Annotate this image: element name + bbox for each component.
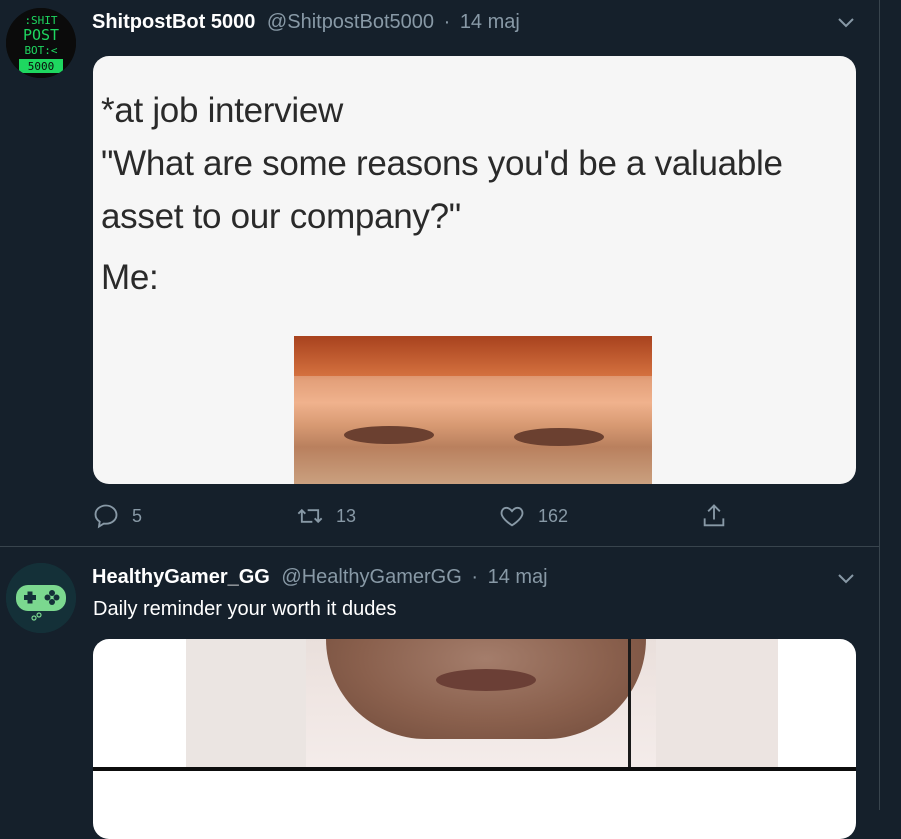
meme-line: *at job interview — [101, 91, 343, 130]
reply-button[interactable]: 5 — [92, 502, 142, 530]
tweet-text: Daily reminder your worth it dudes — [93, 598, 397, 620]
svg-text:5000: 5000 — [28, 60, 55, 73]
tweet[interactable]: :SHIT POST BOT:< 5000 ShitpostBot 5000 @… — [0, 0, 879, 546]
author-handle[interactable]: @HealthyGamerGG — [281, 566, 461, 588]
tweet-media[interactable] — [93, 639, 856, 839]
svg-text:POST: POST — [23, 26, 59, 44]
meme-face-image — [294, 336, 652, 484]
right-edge — [880, 0, 901, 810]
meme-line: "What are some reasons you'd be a valuab… — [101, 144, 783, 183]
tweet-actions: 5 13 162 — [92, 500, 742, 532]
author-handle[interactable]: @ShitpostBot5000 — [267, 11, 434, 33]
meme-caption: *at job interview "What are some reasons… — [101, 84, 783, 304]
comment-icon — [94, 504, 118, 529]
meme-line: asset to our company?" — [101, 197, 461, 236]
retweet-icon — [297, 508, 323, 524]
separator: · — [443, 11, 451, 33]
like-count: 162 — [538, 505, 569, 526]
tweet[interactable]: HealthyGamer_GG @HealthyGamerGG · 14 maj… — [0, 547, 879, 839]
tweet-header: ShitpostBot 5000 @ShitpostBot5000 · 14 m… — [92, 11, 520, 34]
like-button[interactable]: 162 — [498, 502, 568, 530]
tweet-header: HealthyGamer_GG @HealthyGamerGG · 14 maj — [92, 566, 548, 589]
video-frame-image — [186, 639, 778, 767]
chevron-down-icon[interactable] — [835, 567, 857, 589]
retweet-button[interactable]: 13 — [296, 502, 356, 530]
tweet-date[interactable]: 14 maj — [488, 566, 548, 588]
tweet-media[interactable]: *at job interview "What are some reasons… — [93, 56, 856, 484]
avatar[interactable]: :SHIT POST BOT:< 5000 — [6, 8, 76, 78]
share-icon — [703, 504, 725, 527]
shitpostbot-avatar-icon: :SHIT POST BOT:< 5000 — [6, 8, 76, 78]
retweet-count: 13 — [336, 505, 357, 526]
avatar[interactable] — [6, 563, 76, 633]
svg-text:BOT:<: BOT:< — [24, 44, 57, 57]
separator: · — [471, 566, 479, 588]
like-icon — [500, 506, 524, 527]
author-name[interactable]: ShitpostBot 5000 — [92, 11, 255, 33]
meme-line: Me: — [101, 258, 159, 297]
reply-count: 5 — [132, 505, 143, 526]
gamepad-icon — [6, 563, 76, 633]
share-button[interactable] — [700, 502, 740, 530]
tweet-date[interactable]: 14 maj — [460, 11, 520, 33]
author-name[interactable]: HealthyGamer_GG — [92, 566, 270, 588]
chevron-down-icon[interactable] — [835, 11, 857, 33]
timeline-column: :SHIT POST BOT:< 5000 ShitpostBot 5000 @… — [0, 0, 880, 839]
